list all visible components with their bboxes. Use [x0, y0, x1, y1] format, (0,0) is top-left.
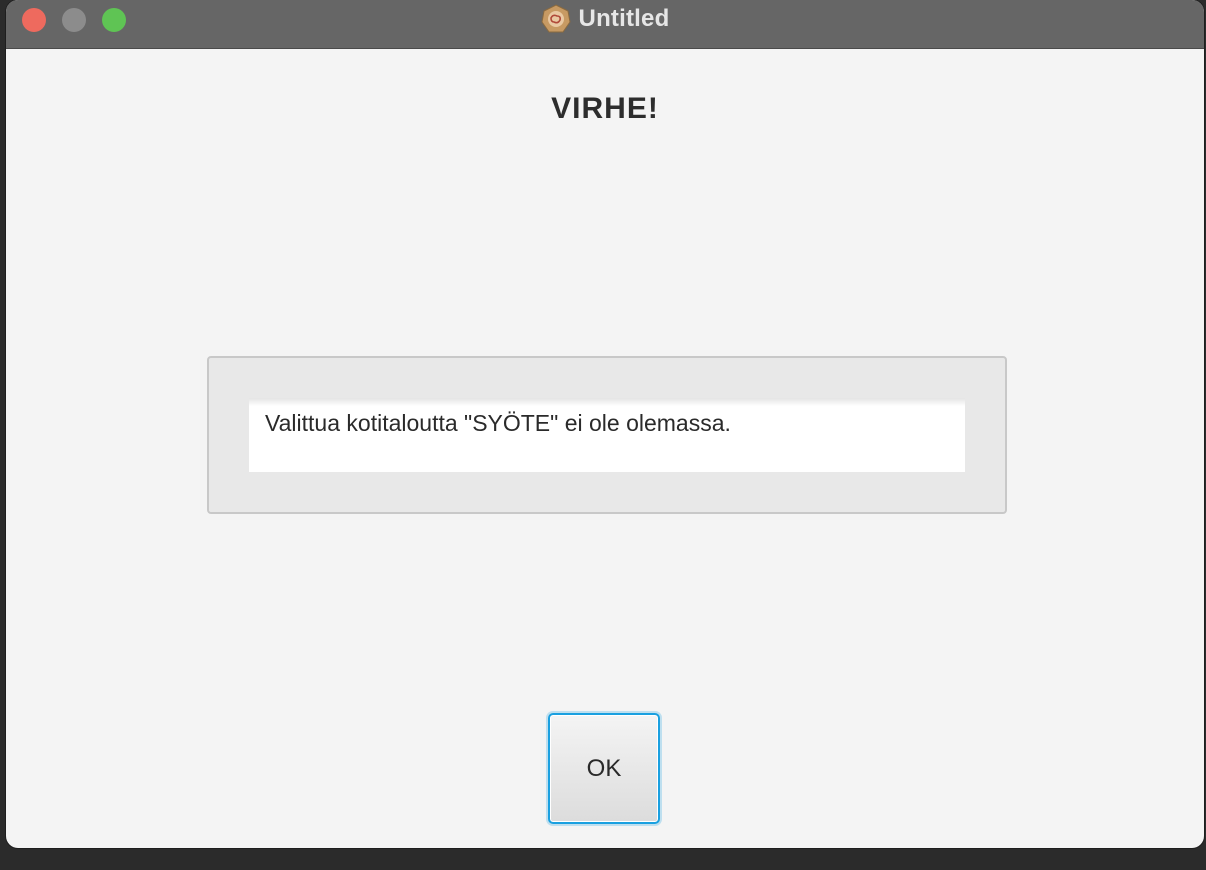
message-box: Valittua kotitaloutta "SYÖTE" ei ole ole… — [249, 398, 965, 472]
error-heading: VIRHE! — [551, 92, 659, 125]
error-message: Valittua kotitaloutta "SYÖTE" ei ole ole… — [265, 410, 731, 436]
message-panel: Valittua kotitaloutta "SYÖTE" ei ole ole… — [207, 356, 1007, 514]
dialog-window: Untitled VIRHE! Valittua kotitaloutta "S… — [6, 0, 1204, 848]
ok-button[interactable]: OK — [548, 713, 660, 824]
window-title: Untitled — [578, 5, 670, 32]
window-title-group: Untitled — [6, 0, 1204, 38]
app-icon — [541, 4, 571, 34]
title-bar: Untitled — [6, 0, 1204, 49]
